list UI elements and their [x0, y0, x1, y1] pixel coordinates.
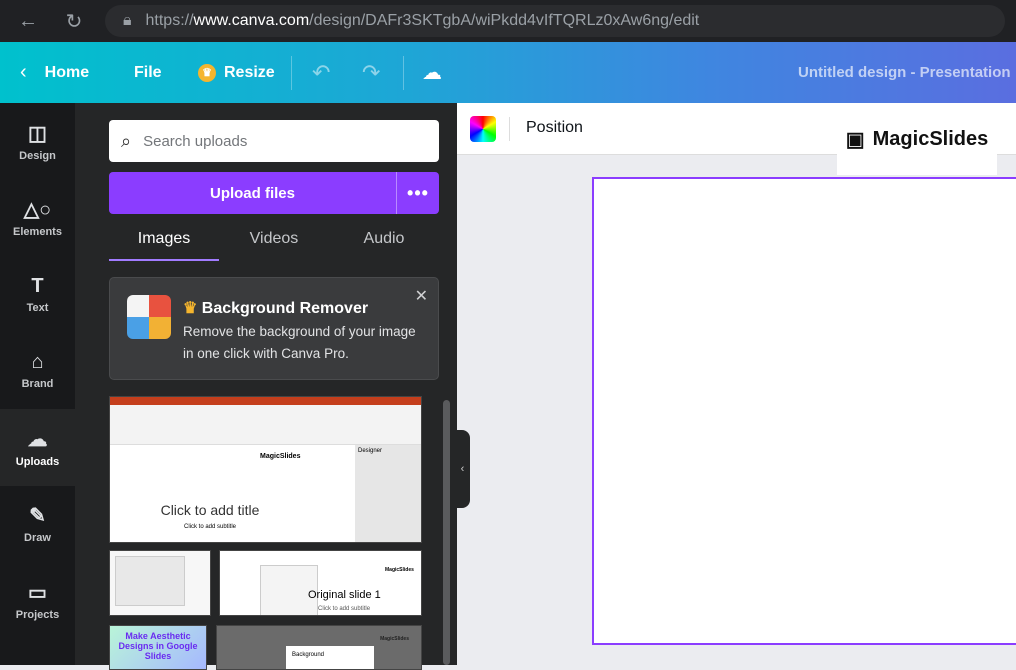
beach-ball-image [127, 295, 171, 339]
background-remover-promo[interactable]: ♛ Background Remover Remove the backgrou… [109, 277, 439, 380]
search-placeholder: Search uploads [143, 132, 248, 150]
rail-label: Draw [24, 532, 51, 545]
rail-label: Design [19, 149, 56, 162]
rail-label: Elements [13, 226, 62, 239]
tab-images[interactable]: Images [109, 223, 219, 261]
home-button[interactable]: ‹ Home [20, 61, 89, 84]
rail-draw[interactable]: ✎ Draw [0, 486, 75, 563]
thumb-subtitle: Click to add subtitle [318, 606, 371, 612]
back-icon[interactable]: ← [8, 10, 48, 33]
folder-icon: ▭ [28, 581, 47, 604]
tab-audio[interactable]: Audio [329, 223, 439, 261]
thumb-logo: MagicSlides [380, 636, 409, 642]
collapse-panel-button[interactable]: ‹ [455, 430, 470, 508]
chevron-left-icon: ‹ [20, 61, 27, 83]
text-icon: T [31, 274, 44, 297]
redo-icon[interactable]: ↷ [362, 60, 380, 86]
undo-icon[interactable]: ↶ [312, 60, 330, 86]
upload-files-label: Upload files [109, 172, 397, 214]
design-title[interactable]: Untitled design - Presentation [798, 64, 1011, 81]
url-prefix: https:// [145, 12, 194, 29]
divider [291, 56, 292, 90]
upload-cloud-icon: ☁ [27, 428, 48, 451]
rail-design[interactable]: ◫ Design [0, 103, 75, 180]
rail-brand[interactable]: ⌂ Brand [0, 333, 75, 410]
search-input[interactable]: ⌕ Search uploads [109, 120, 439, 162]
rail-label: Brand [21, 378, 54, 391]
home-label: Home [44, 63, 90, 81]
magicslides-logo: ▣ MagicSlides [837, 103, 997, 175]
slide-canvas[interactable] [592, 177, 1016, 645]
editor-topbar: ‹ Home File ♛ Resize ↶ ↷ ☁ Untitled design… [0, 42, 1016, 103]
rail-text[interactable]: T Text [0, 256, 75, 333]
rail-label: Text [26, 301, 49, 314]
logo-text: MagicSlides [872, 127, 989, 150]
lock-icon: 🔒︎ [123, 12, 132, 29]
rail-uploads[interactable]: ☁ Uploads [0, 409, 75, 486]
uploads-panel: ⌕ Search uploads Upload files ••• Images V… [75, 103, 457, 670]
rail-label: Projects [15, 608, 60, 621]
position-button[interactable]: Position [526, 119, 583, 137]
resize-button[interactable]: ♛ Resize [198, 63, 275, 82]
address-bar[interactable]: 🔒︎ https://www.canva.com/design/DAFr3SKT… [105, 5, 1005, 37]
upload-files-button[interactable]: Upload files ••• [109, 172, 439, 214]
ppt-titlebar [110, 397, 421, 405]
divider [509, 117, 510, 141]
upload-thumbnail[interactable]: MagicSlides Background [216, 625, 422, 670]
resize-label: Resize [224, 63, 275, 81]
rail-elements[interactable]: △○ Elements [0, 180, 75, 257]
panel-scrollbar[interactable] [443, 400, 450, 665]
elements-icon: △○ [23, 199, 52, 222]
url-path: /design/DAFr3SKTgbA/wiPkdd4vIfTQRLz0xAw6… [309, 12, 700, 29]
upload-thumbnail[interactable]: MagicSlides Original slide 1 Click to ad… [219, 550, 422, 616]
more-options-button[interactable]: ••• [397, 172, 439, 214]
presentation-board-icon: ▣ [845, 128, 865, 151]
design-title-text: Untitled design - Presentation [798, 64, 1011, 81]
thumb-subtitle: Click to add subtitle [183, 524, 237, 530]
browser-bar: ← ↻ 🔒︎ https://www.canva.com/design/DAFr… [0, 0, 1016, 42]
promo-title-text: Background Remover [201, 300, 369, 317]
brand-icon: ⌂ [31, 351, 44, 374]
dialog-image [115, 556, 185, 606]
upload-thumbnail[interactable]: Designer MagicSlides Click to add title … [109, 396, 422, 543]
upload-thumbnail[interactable]: Make Aesthetic Designs in Google Slides [109, 625, 207, 670]
thumb-text: Make Aesthetic Designs in Google Slides [118, 631, 198, 661]
file-button[interactable]: File [134, 64, 162, 82]
thumb-title: Click to add title [160, 502, 260, 518]
draw-icon: ✎ [29, 505, 46, 528]
design-icon: ◫ [28, 122, 47, 145]
crown-icon: ♛ [198, 63, 216, 82]
close-icon[interactable]: ✕ [415, 286, 428, 306]
left-rail: ◫ Design △○ Elements T Text ⌂ Brand ☁ Uploads… [0, 103, 75, 665]
cloud-saved-icon[interactable]: ☁ [422, 60, 442, 85]
upload-tabs: Images Videos Audio [109, 223, 439, 261]
thumb-dialog: Background [286, 646, 374, 669]
divider [403, 56, 404, 90]
thumb-title: Original slide 1 [308, 589, 381, 601]
promo-desc: Remove the background of your image in o… [183, 324, 416, 361]
ppt-designer: Designer [355, 445, 421, 542]
rail-label: Uploads [15, 455, 60, 468]
tab-videos[interactable]: Videos [219, 223, 329, 261]
promo-title: ♛ Background Remover [183, 298, 368, 318]
crown-icon: ♛ [183, 300, 202, 317]
upload-thumbnail[interactable] [109, 550, 211, 616]
thumb-logo: MagicSlides [260, 453, 301, 460]
thumb-logo: MagicSlides [385, 567, 414, 573]
url-host: www.canva.com [193, 12, 310, 29]
color-picker-button[interactable] [470, 116, 496, 142]
rail-projects[interactable]: ▭ Projects [0, 562, 75, 639]
search-icon: ⌕ [121, 130, 132, 151]
ppt-ribbon [110, 405, 421, 445]
reload-icon[interactable]: ↻ [54, 9, 94, 34]
file-label: File [134, 63, 162, 81]
